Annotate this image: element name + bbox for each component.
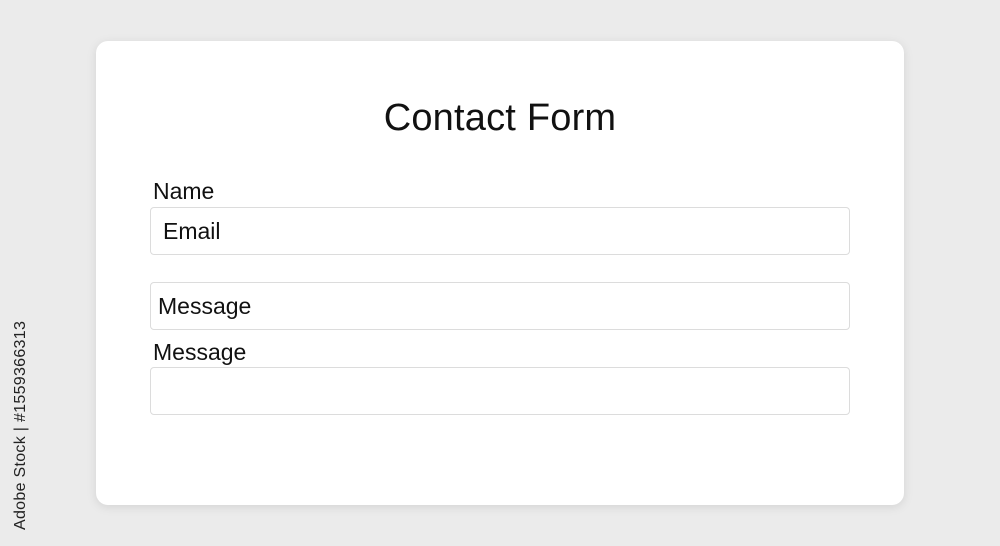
- name-label: Name: [153, 178, 215, 204]
- stock-watermark-text: Adobe Stock | #1559366313: [12, 320, 29, 530]
- message-input[interactable]: [150, 367, 850, 415]
- message-label: Message: [153, 339, 247, 365]
- email-input[interactable]: [150, 282, 850, 330]
- name-input[interactable]: [150, 207, 850, 255]
- form-title: Contact Form: [383, 97, 617, 139]
